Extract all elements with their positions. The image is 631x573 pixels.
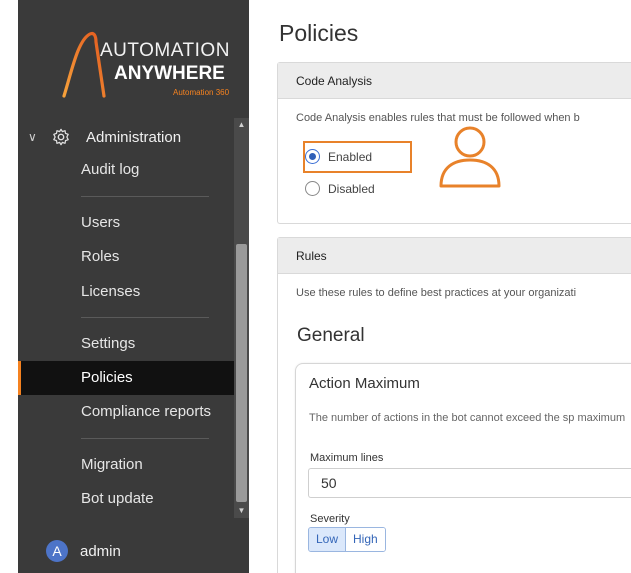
scroll-down-arrow-icon[interactable]: ▼ — [234, 504, 249, 518]
user-menu[interactable]: A admin — [46, 540, 121, 562]
radio-enabled[interactable]: Enabled — [305, 149, 372, 164]
sidebar-item-compliance-reports[interactable]: Compliance reports — [81, 403, 211, 420]
chevron-down-icon: ∨ — [28, 130, 37, 144]
sidebar-item-audit-log[interactable]: Audit log — [81, 161, 139, 178]
radio-disabled[interactable]: Disabled — [305, 181, 375, 196]
sidebar-divider — [81, 438, 209, 439]
user-name: admin — [80, 542, 121, 560]
logo-product: Automation 360 — [173, 88, 230, 97]
severity-high-option[interactable]: High — [346, 528, 385, 551]
rule-description: The number of actions in the bot cannot … — [309, 412, 626, 424]
radio-enabled-label: Enabled — [328, 149, 373, 164]
severity-toggle[interactable]: Low High — [308, 527, 386, 552]
sidebar-divider — [81, 317, 209, 318]
maximum-lines-input[interactable]: 50 — [308, 468, 631, 498]
sidebar-item-users[interactable]: Users — [81, 214, 120, 231]
section-title-general: General — [297, 325, 365, 346]
radio-selected-indicator — [305, 149, 320, 164]
radio-disabled-label: Disabled — [328, 181, 375, 196]
sidebar-item-roles[interactable]: Roles — [81, 248, 119, 265]
radio-unselected-indicator — [305, 181, 320, 196]
nav-section-administration[interactable]: ∨ Administration — [28, 124, 181, 150]
scroll-up-arrow-icon[interactable]: ▲ — [234, 118, 249, 132]
user-silhouette-icon — [439, 126, 501, 188]
page-title: Policies — [279, 20, 359, 46]
avatar: A — [46, 540, 68, 562]
logo-line-2: ANYWHERE — [114, 63, 225, 84]
code-analysis-header: Code Analysis — [278, 63, 631, 99]
maximum-lines-label: Maximum lines — [310, 452, 384, 464]
severity-low-option[interactable]: Low — [309, 528, 347, 551]
rule-title: Action Maximum — [309, 375, 420, 392]
sidebar-item-settings[interactable]: Settings — [81, 335, 135, 352]
rules-description: Use these rules to define best practices… — [296, 287, 577, 299]
gear-icon — [53, 128, 69, 146]
sidebar-item-migration[interactable]: Migration — [81, 456, 143, 473]
sidebar-item-bot-update[interactable]: Bot update — [81, 490, 154, 507]
severity-label: Severity — [310, 513, 350, 525]
nav-section-label: Administration — [86, 128, 182, 146]
sidebar-divider — [81, 196, 209, 197]
sidebar-item-licenses[interactable]: Licenses — [81, 283, 140, 300]
logo-line-1: AUTOMATION — [100, 40, 230, 61]
sidebar-scrollbar[interactable]: ▲ ▼ — [234, 118, 249, 518]
scrollbar-thumb[interactable] — [236, 244, 247, 502]
rules-header: Rules — [278, 238, 631, 274]
automation-anywhere-logo[interactable]: AUTOMATION ANYWHERE Automation 360 — [52, 22, 232, 100]
sidebar: AUTOMATION ANYWHERE Automation 360 ∨ Adm… — [0, 0, 249, 573]
sidebar-item-policies[interactable]: Policies — [81, 369, 133, 386]
